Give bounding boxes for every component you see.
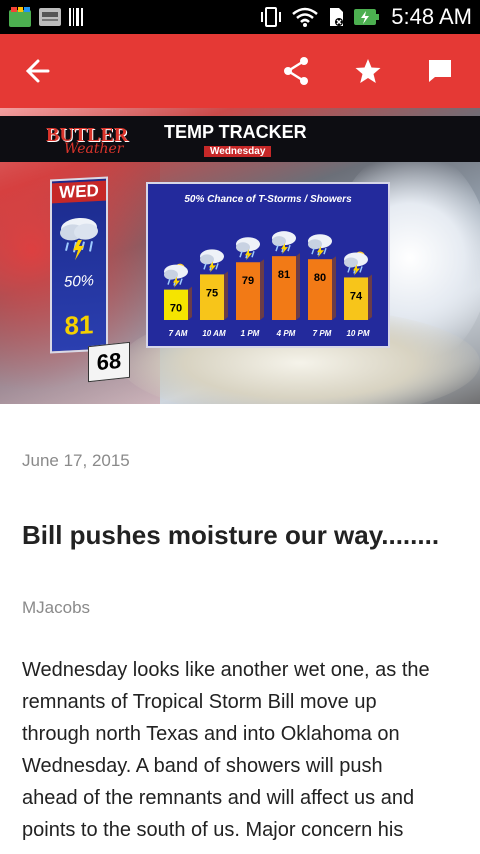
bar-side <box>224 271 228 320</box>
bar-value-label: 70 <box>170 303 182 315</box>
thunderstorm-icon <box>60 217 98 261</box>
category-label: 10 AM <box>202 329 226 338</box>
barcode-icon <box>69 8 83 26</box>
battery-charging-icon <box>354 9 380 25</box>
article-body-line: remnants of Tropical Storm Bill move up <box>22 691 377 713</box>
news-app-icon <box>39 8 61 26</box>
storm-icon <box>236 237 260 261</box>
butler-weather-logo: BUTLER Weather <box>46 124 129 157</box>
storm-icon <box>308 234 332 258</box>
article-date: June 17, 2015 <box>22 451 130 470</box>
app-toolbar <box>0 34 480 108</box>
bar <box>236 262 260 320</box>
article-body-line: points to the south of us. Major concern… <box>22 819 404 841</box>
day-forecast-panel: WED 50% 81 <box>50 176 108 354</box>
bar-side <box>296 253 300 320</box>
comment-icon <box>429 60 451 82</box>
high-temp: 81 <box>64 309 94 341</box>
category-label: 1 PM <box>241 329 260 338</box>
bar-value-label: 81 <box>278 269 290 281</box>
bar <box>272 256 296 320</box>
weather-graphic: BUTLER Weather TEMP TRACKER Wednesday WE… <box>0 108 480 404</box>
storm-icon <box>272 231 296 255</box>
vibrate-icon <box>261 7 282 27</box>
share-button[interactable] <box>268 34 324 108</box>
comment-button[interactable] <box>412 34 468 108</box>
category-label: 7 PM <box>313 329 332 338</box>
clock: 5:48 AM <box>391 4 472 29</box>
back-arrow-icon <box>25 59 50 83</box>
precip-chance: 50% <box>63 272 95 291</box>
bar-side <box>188 286 192 320</box>
bar <box>308 259 332 320</box>
storm-icon <box>164 263 188 288</box>
graphic-title: TEMP TRACKER <box>164 122 307 142</box>
sim-icon <box>330 8 344 26</box>
status-bar: 5:48 AM <box>0 0 480 34</box>
storm-icon <box>200 249 224 273</box>
article-author: MJacobs <box>22 598 91 617</box>
bar-value-label: 79 <box>242 275 254 287</box>
chart-canvas: 70 7 AM 75 10 AM 79 1 PM 81 4 PM 80 7 PM 74 10 PM <box>164 231 372 338</box>
hourly-temp-chart: 50% Chance of T-Storms / Showers 70 7 AM 7… <box>146 182 390 348</box>
bar-side <box>332 256 336 320</box>
graphic-subtitle: Wednesday <box>204 146 272 157</box>
low-temp: 68 <box>88 341 130 383</box>
article-title: Bill pushes moisture our way........ <box>22 520 440 550</box>
article-body-line: through north Texas and into Oklahoma on <box>22 723 400 745</box>
category-label: 4 PM <box>276 329 296 338</box>
article-body-line: Wednesday looks like another wet one, as… <box>22 659 430 681</box>
article-body-line: Wednesday. A band of showers will push <box>22 755 383 777</box>
article-body: Wednesday looks like another wet one, as… <box>22 654 468 846</box>
category-label: 10 PM <box>346 329 369 338</box>
bar-value-label: 74 <box>350 290 363 302</box>
favorite-button[interactable] <box>340 34 396 108</box>
app-icon <box>9 7 31 27</box>
day-label: WED <box>52 180 106 204</box>
article-body-line: ahead of the remnants and will affect us… <box>22 787 415 809</box>
category-label: 7 AM <box>169 329 188 338</box>
bar-side <box>260 259 264 320</box>
bar-value-label: 80 <box>314 272 326 284</box>
star-icon <box>355 59 381 83</box>
storm-icon <box>344 251 368 276</box>
wifi-icon <box>292 7 319 27</box>
back-button[interactable] <box>10 34 66 108</box>
bar-value-label: 75 <box>206 287 218 299</box>
share-icon <box>284 57 308 85</box>
bar-side <box>368 274 372 320</box>
